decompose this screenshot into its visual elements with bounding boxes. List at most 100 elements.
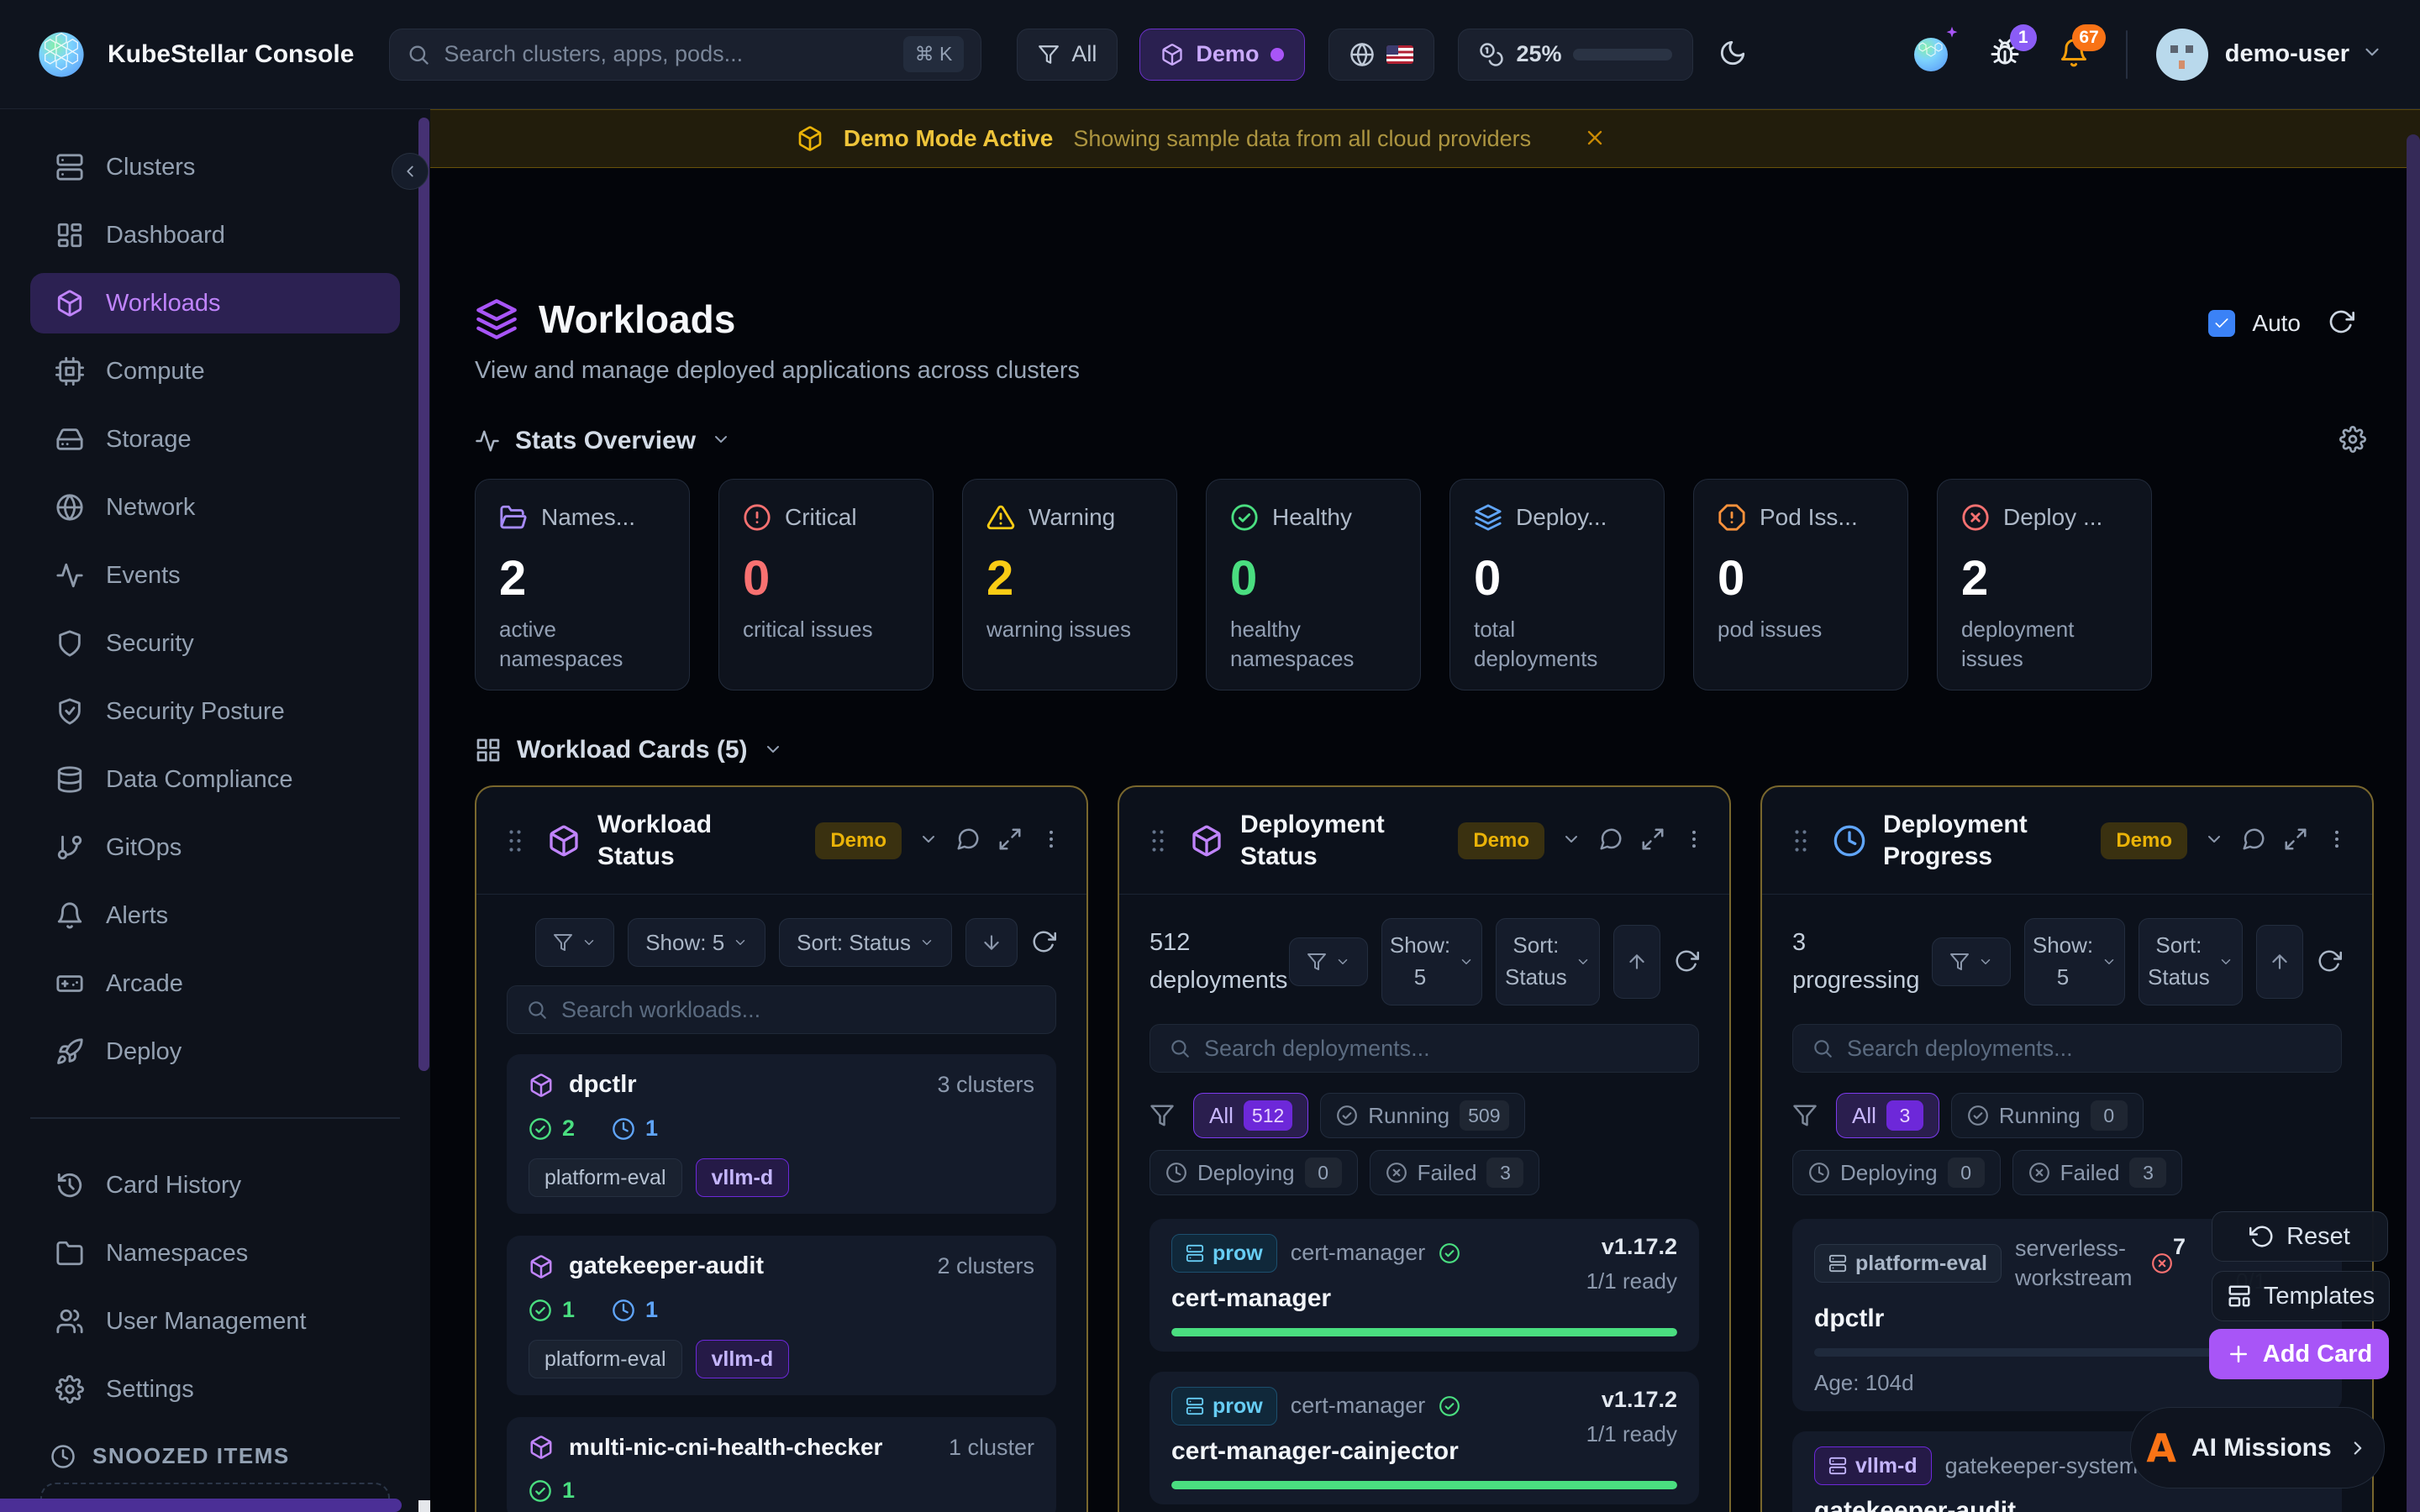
filter-dropdown[interactable] (1289, 937, 1368, 986)
filter-chip-deploying[interactable]: Deploying0 (1150, 1150, 1358, 1195)
sidebar-item-events[interactable]: Events (30, 545, 400, 606)
tag[interactable]: vllm-d (696, 1158, 790, 1197)
theme-toggle-button[interactable] (1718, 39, 1747, 70)
zoom-slider[interactable] (1573, 49, 1672, 60)
card-menu-button[interactable] (2325, 827, 2349, 853)
tag[interactable]: platform-eval (529, 1158, 682, 1197)
sort-dropdown[interactable]: Sort: Status (2139, 918, 2243, 1005)
filter-dropdown[interactable] (1932, 937, 2011, 986)
sidebar-item-security-posture[interactable]: Security Posture (30, 681, 400, 742)
card-menu-button[interactable] (1682, 827, 1706, 853)
ai-missions-button[interactable]: A AI Missions (2130, 1407, 2385, 1488)
user-menu[interactable]: demo-user (2156, 29, 2383, 81)
workload-row-multi-nic[interactable]: multi-nic-cni-health-checker 1 cluster 1 (507, 1417, 1056, 1512)
filter-chip-deploying[interactable]: Deploying0 (1792, 1150, 2001, 1195)
card-comment-button[interactable] (2241, 827, 2266, 854)
stats-collapse-button[interactable] (711, 429, 731, 452)
deployment-search[interactable] (1150, 1024, 1699, 1073)
filter-chip-running[interactable]: Running509 (1320, 1093, 1524, 1138)
global-search[interactable]: ⌘ K (389, 29, 981, 81)
workload-search[interactable] (507, 985, 1056, 1034)
env-badge[interactable]: platform-eval (1814, 1244, 2002, 1283)
sidebar-item-card-history[interactable]: Card History (30, 1155, 400, 1215)
demo-mode-button[interactable]: Demo (1139, 29, 1305, 81)
deployment-row-cert-manager[interactable]: prow cert-manager cert-manager v1.17.2 1… (1150, 1219, 1699, 1352)
sidebar-item-storage[interactable]: Storage (30, 409, 400, 470)
refresh-button[interactable] (2328, 308, 2354, 338)
zoom-control[interactable]: 25% (1458, 29, 1693, 81)
show-dropdown[interactable]: Show: 5 (2024, 918, 2125, 1005)
sort-direction-button[interactable] (2256, 925, 2303, 999)
card-refresh-button[interactable] (2317, 948, 2342, 976)
sidebar-item-deploy[interactable]: Deploy (30, 1021, 400, 1082)
env-badge[interactable]: prow (1171, 1234, 1277, 1273)
card-refresh-button[interactable] (1674, 948, 1699, 976)
notifications-button[interactable]: 67 (2059, 38, 2089, 71)
main-scrollbar[interactable] (2407, 134, 2420, 1512)
card-demo-badge[interactable]: Demo (815, 822, 902, 859)
drag-handle-icon[interactable] (500, 826, 530, 856)
stat-card-deployment-issues[interactable]: Deploy ... 2 deployment issues (1937, 479, 2152, 690)
stat-card-healthy[interactable]: Healthy 0 healthy namespaces (1206, 479, 1421, 690)
sidebar-item-data-compliance[interactable]: Data Compliance (30, 749, 400, 810)
card-demo-badge[interactable]: Demo (2101, 822, 2187, 859)
reset-button[interactable]: Reset (2212, 1211, 2388, 1262)
workload-row-gatekeeper-audit[interactable]: gatekeeper-audit 2 clusters 1 1 platform… (507, 1236, 1056, 1395)
sort-direction-button[interactable] (965, 918, 1018, 967)
workload-row-dpctlr[interactable]: dpctlr 3 clusters 2 1 platform-eval vllm… (507, 1054, 1056, 1214)
drag-handle-icon[interactable] (1143, 826, 1173, 856)
add-card-button[interactable]: Add Card (2209, 1329, 2389, 1379)
filter-chip-all[interactable]: All3 (1836, 1093, 1939, 1138)
ai-assistant-button[interactable] (1911, 34, 1951, 75)
sidebar-item-dashboard[interactable]: Dashboard (30, 205, 400, 265)
auto-refresh-checkbox[interactable] (2208, 310, 2235, 337)
workload-cards-collapse-button[interactable] (763, 739, 783, 762)
workload-search-input[interactable] (561, 997, 1037, 1023)
stat-card-critical[interactable]: Critical 0 critical issues (718, 479, 934, 690)
sidebar-item-gitops[interactable]: GitOps (30, 817, 400, 878)
sidebar-item-workloads[interactable]: Workloads (30, 273, 400, 333)
tag[interactable]: platform-eval (529, 1340, 682, 1378)
filter-chip-failed[interactable]: Failed3 (1370, 1150, 1540, 1195)
deployment-row-cainjector[interactable]: prow cert-manager cert-manager-cainjecto… (1150, 1372, 1699, 1504)
card-comment-button[interactable] (1598, 827, 1623, 854)
sidebar-item-user-management[interactable]: User Management (30, 1291, 400, 1352)
show-dropdown[interactable]: Show: 5 (1381, 918, 1482, 1005)
sidebar-horizontal-scrollbar[interactable] (0, 1499, 402, 1512)
templates-button[interactable]: Templates (2212, 1271, 2390, 1321)
sidebar-scrollbar[interactable] (418, 118, 429, 1071)
stat-card-namespaces[interactable]: Names... 2 active namespaces (475, 479, 690, 690)
show-dropdown[interactable]: Show: 5 (628, 918, 765, 967)
sidebar-item-settings[interactable]: Settings (30, 1359, 400, 1420)
env-badge[interactable]: prow (1171, 1387, 1277, 1425)
stat-card-deployments[interactable]: Deploy... 0 total deployments (1449, 479, 1665, 690)
banner-close-button[interactable] (1583, 126, 1607, 152)
card-comment-button[interactable] (955, 827, 981, 854)
sidebar-item-network[interactable]: Network (30, 477, 400, 538)
sidebar-item-security[interactable]: Security (30, 613, 400, 674)
sort-dropdown[interactable]: Sort: Status (779, 918, 952, 967)
card-expand-button[interactable] (1640, 827, 1665, 854)
filter-chip-all[interactable]: All512 (1193, 1093, 1308, 1138)
card-menu-button[interactable] (1039, 827, 1063, 853)
stats-settings-button[interactable] (2339, 426, 2366, 455)
env-badge[interactable]: vllm-d (1814, 1446, 1932, 1485)
global-search-input[interactable] (444, 41, 889, 67)
debug-button[interactable]: 1 (1990, 38, 2020, 71)
deployment-search-input[interactable] (1847, 1036, 2323, 1062)
card-demo-chevron[interactable] (1561, 829, 1581, 852)
sidebar-item-alerts[interactable]: Alerts (30, 885, 400, 946)
sidebar-item-compute[interactable]: Compute (30, 341, 400, 402)
deployment-search[interactable] (1792, 1024, 2342, 1073)
card-demo-badge[interactable]: Demo (1458, 822, 1544, 859)
filter-chip-running[interactable]: Running0 (1951, 1093, 2144, 1138)
card-expand-button[interactable] (2283, 827, 2308, 854)
card-refresh-button[interactable] (1031, 929, 1056, 957)
sidebar-item-arcade[interactable]: Arcade (30, 953, 400, 1014)
drag-handle-icon[interactable] (1786, 826, 1816, 856)
filter-chip-failed[interactable]: Failed3 (2012, 1150, 2183, 1195)
sort-dropdown[interactable]: Sort: Status (1496, 918, 1600, 1005)
card-demo-chevron[interactable] (2204, 829, 2224, 852)
card-demo-chevron[interactable] (918, 829, 939, 852)
sort-direction-button[interactable] (1613, 925, 1660, 999)
